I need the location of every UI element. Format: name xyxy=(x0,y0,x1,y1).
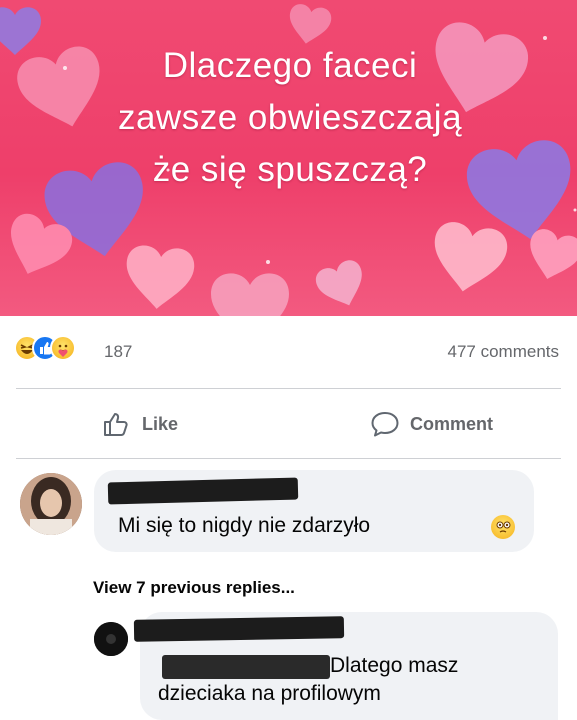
banner-line-3: że się spuszczą? xyxy=(152,150,428,189)
reaction-count[interactable]: 187 xyxy=(104,342,132,362)
banner-line-2: zawsze obwieszczają xyxy=(117,98,463,137)
comment-icon xyxy=(371,412,399,437)
profile-photo-icon xyxy=(20,473,82,535)
reply-line-2: dzieciaka na profilowym xyxy=(158,682,381,705)
view-previous-replies-link[interactable]: View 7 previous replies... xyxy=(93,578,295,598)
redacted-author-name xyxy=(133,616,345,642)
thumbs-up-icon xyxy=(104,413,128,436)
comment-button[interactable]: Comment xyxy=(370,404,493,444)
comment-text: Mi się to nigdy nie zdarzyło xyxy=(118,514,371,537)
reaction-icons[interactable] xyxy=(14,335,94,361)
post-banner-text: Dlaczego faceci zawsze obwieszczają że s… xyxy=(40,40,540,196)
avatar[interactable] xyxy=(20,473,82,535)
reactions-bar: 187 477 comments xyxy=(0,330,577,370)
like-label: Like xyxy=(142,413,179,434)
divider xyxy=(16,388,561,389)
divider xyxy=(16,458,561,459)
reply-text: Dlatego masz dzieciaka na profilowym xyxy=(158,652,538,708)
avatar[interactable] xyxy=(94,622,128,656)
comments-count[interactable]: 477 comments xyxy=(448,342,560,362)
like-button[interactable]: Like xyxy=(102,404,178,444)
care-icon xyxy=(50,335,76,361)
banner-line-1: Dlaczego faceci xyxy=(162,46,418,85)
profile-photo-icon xyxy=(94,622,128,656)
emoji-face-icon xyxy=(491,515,515,539)
comment-label: Comment xyxy=(410,413,494,434)
reply-line-1: Dlatego masz xyxy=(330,654,459,677)
post-banner: Dlaczego faceci zawsze obwieszczają że s… xyxy=(0,0,577,316)
